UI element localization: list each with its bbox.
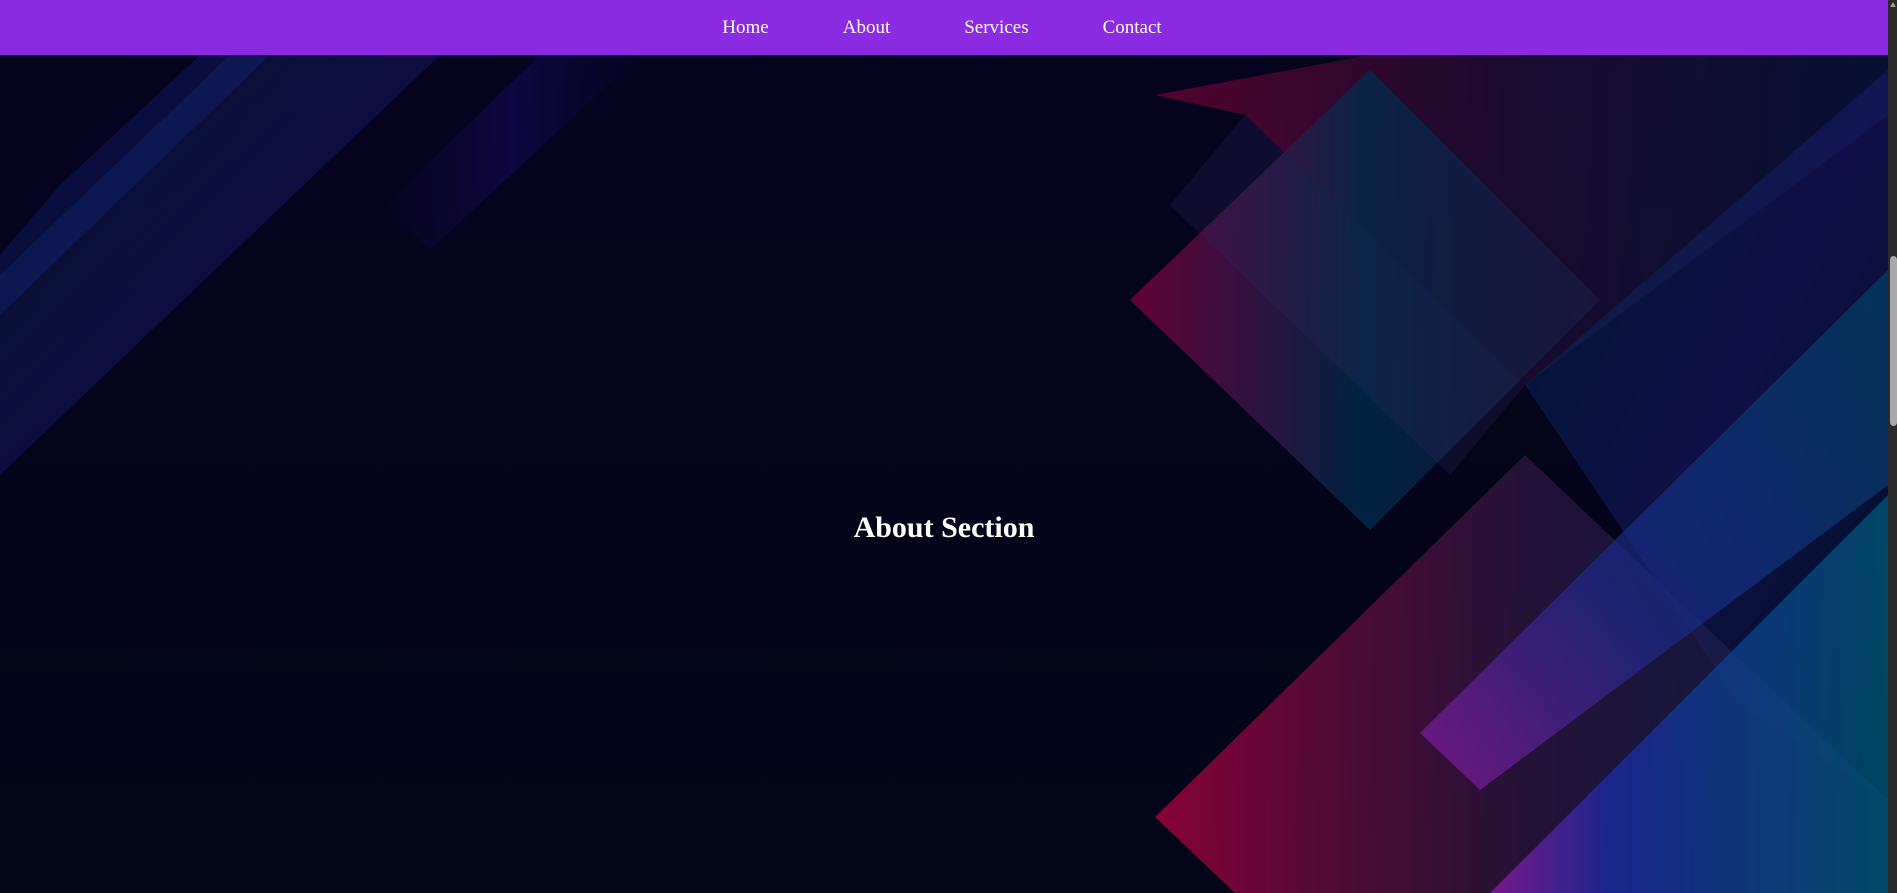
nav-item-home: Home <box>685 3 805 53</box>
nav-link-contact[interactable]: Contact <box>1066 17 1199 38</box>
nav-item-services: Services <box>927 3 1065 53</box>
about-section: About Section <box>0 55 1888 893</box>
top-navbar: Home About Services Contact <box>0 0 1888 55</box>
nav-link-about[interactable]: About <box>806 17 928 38</box>
background-decoration <box>0 55 1888 893</box>
nav-link-services[interactable]: Services <box>927 17 1065 38</box>
nav-list: Home About Services Contact <box>685 3 1198 53</box>
scrollbar-thumb[interactable] <box>1890 256 1897 426</box>
about-section-title: About Section <box>853 511 1035 544</box>
nav-item-contact: Contact <box>1066 3 1199 53</box>
page-viewport: Home About Services Contact About Sectio… <box>0 0 1888 893</box>
vertical-scrollbar[interactable] <box>1888 0 1897 893</box>
nav-link-home[interactable]: Home <box>685 17 805 38</box>
scroll-up-arrow-icon[interactable] <box>1890 2 1896 7</box>
nav-item-about: About <box>806 3 928 53</box>
